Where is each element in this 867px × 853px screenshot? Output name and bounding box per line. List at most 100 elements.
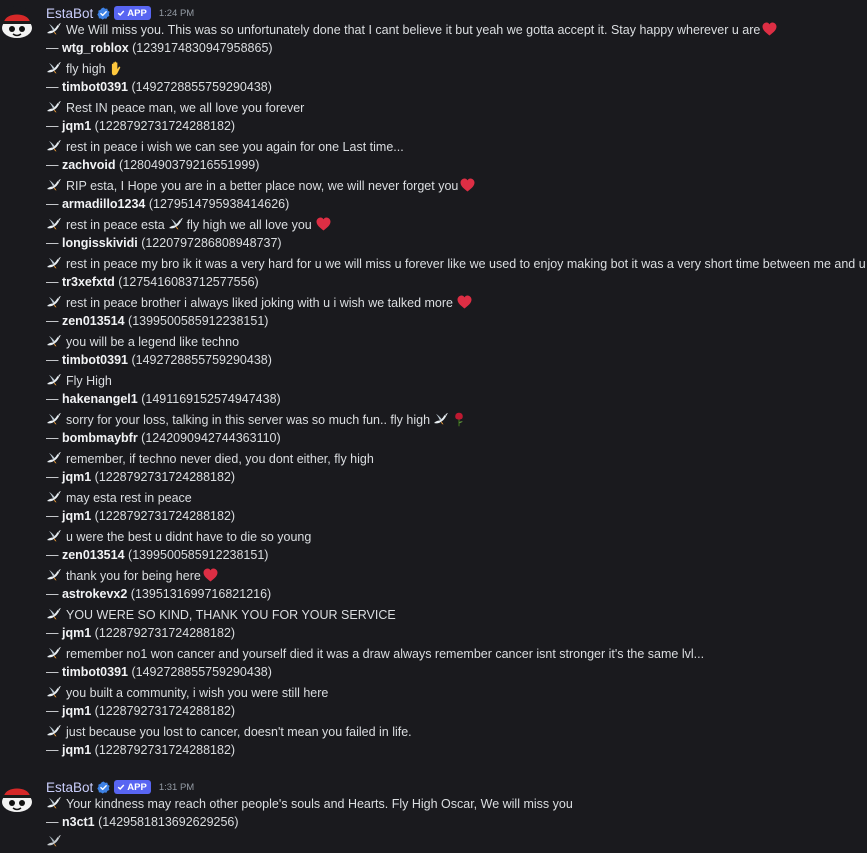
- dash: —: [46, 548, 59, 562]
- message-text: remember, if techno never died, you dont…: [46, 450, 374, 470]
- message-text: rest in peace brother i always liked jok…: [46, 294, 472, 314]
- signature-username: timbot0391: [61, 665, 128, 679]
- message-body: thank you for being here: [66, 569, 201, 583]
- signature: — zachvoid (1280490379216551999): [46, 156, 259, 176]
- check-icon: [117, 784, 125, 791]
- message-text: rest in peace my bro ik it was a very ha…: [46, 255, 866, 275]
- message-body: Rest IN peace man, we all love you forev…: [66, 101, 305, 115]
- dash: —: [46, 275, 59, 289]
- heart-icon: [762, 22, 777, 36]
- message-body: may esta rest in peace: [66, 491, 192, 505]
- dash: —: [46, 197, 59, 211]
- author-name[interactable]: EstaBot: [46, 6, 93, 21]
- signature-id: (1228792731724288182): [94, 470, 236, 484]
- signature: — jqm1 (1228792731724288182): [46, 117, 235, 137]
- message-text: fly high: [46, 60, 123, 80]
- signature-username: hakenangel1: [61, 392, 138, 406]
- signature: — wtg_roblox (1239174830947958865): [46, 39, 273, 59]
- dash: —: [46, 431, 59, 445]
- signature-username: armadillo1234: [61, 197, 146, 211]
- signature: — jqm1 (1228792731724288182): [46, 507, 235, 527]
- message-body: remember no1 won cancer and yourself die…: [66, 647, 705, 661]
- signature: — zen013514 (1399500585912238151): [46, 312, 268, 332]
- signature-username: zen013514: [61, 548, 125, 562]
- message-group: EstaBot APP 1:24 PM We Will miss you. Th…: [0, 2, 867, 762]
- signature-id: (1228792731724288182): [94, 704, 236, 718]
- dove-icon: [168, 217, 184, 231]
- dash: —: [46, 509, 59, 523]
- message-text: Rest IN peace man, we all love you forev…: [46, 99, 304, 119]
- dove-icon: [46, 796, 62, 810]
- signature-id: (1228792731724288182): [94, 743, 236, 757]
- message-body: just because you lost to cancer, doesn't…: [66, 725, 412, 739]
- dash: —: [46, 392, 59, 406]
- message-text: you will be a legend like techno: [46, 333, 239, 353]
- dash: —: [46, 470, 59, 484]
- message-text: rest in peace esta fly high we all love y…: [46, 216, 331, 236]
- signature-username: jqm1: [61, 119, 92, 133]
- dove-icon: [46, 568, 62, 582]
- message-text: Fly High: [46, 372, 112, 392]
- timestamp[interactable]: 1:31 PM: [159, 782, 194, 793]
- timestamp[interactable]: 1:24 PM: [159, 8, 194, 19]
- message-text: YOU WERE SO KIND, THANK YOU FOR YOUR SER…: [46, 606, 396, 626]
- signature-id: (1242090942744363110): [141, 431, 281, 445]
- signature-id: (1395131699716821216): [130, 587, 272, 601]
- dove-icon: [46, 178, 62, 192]
- rose-icon: [455, 412, 463, 427]
- dove-icon: [46, 100, 62, 114]
- message-body: Your kindness may reach other people's s…: [66, 797, 573, 811]
- signature-id: (1220797286808948737): [141, 236, 282, 250]
- dash: —: [46, 314, 59, 328]
- signature-id: (1491169152574947438): [141, 392, 281, 406]
- dove-icon: [46, 295, 62, 309]
- dash: —: [46, 815, 59, 829]
- signature: — tr3xefxtd (1275416083712577556): [46, 273, 259, 293]
- avatar[interactable]: [0, 780, 34, 814]
- message-body: sorry for your loss, talking in this ser…: [66, 413, 431, 427]
- dash: —: [46, 704, 59, 718]
- dove-icon: [46, 607, 62, 621]
- app-badge-label: APP: [127, 7, 147, 19]
- dash: —: [46, 743, 59, 757]
- verified-icon: [97, 781, 110, 794]
- message-text: sorry for your loss, talking in this ser…: [46, 411, 465, 431]
- dove-icon: [46, 217, 62, 231]
- signature-id: (1228792731724288182): [94, 119, 236, 133]
- avatar[interactable]: [0, 6, 34, 40]
- signature: — jqm1 (1228792731724288182): [46, 468, 235, 488]
- signature-username: jqm1: [61, 626, 92, 640]
- heart-icon: [460, 178, 475, 192]
- author-name[interactable]: EstaBot: [46, 780, 93, 795]
- signature: — n3ct1 (1429581813692629256): [46, 813, 239, 833]
- signature-id: (1492728855759290438): [131, 665, 272, 679]
- signature-id: (1239174830947958865): [132, 41, 273, 55]
- signature-id: (1492728855759290438): [131, 80, 272, 94]
- message-body: We Will miss you. This was so unfortunat…: [66, 23, 761, 37]
- signature-username: longisskividi: [61, 236, 138, 250]
- message-body: rest in peace brother i always liked jok…: [66, 296, 453, 310]
- signature-username: n3ct1: [61, 815, 95, 829]
- message-text: Your kindness may reach other people's s…: [46, 795, 573, 815]
- signature: — timbot0391 (1492728855759290438): [46, 663, 272, 683]
- signature-username: zen013514: [61, 314, 125, 328]
- signature-username: astrokevx2: [61, 587, 128, 601]
- message-text: RIP esta, I Hope you are in a better pla…: [46, 177, 475, 197]
- signature-id: (1399500585912238151): [128, 314, 269, 328]
- dove-icon: [46, 834, 62, 848]
- signature-id: (1275416083712577556): [118, 275, 259, 289]
- signature-username: jqm1: [61, 704, 92, 718]
- message-text: remember no1 won cancer and yourself die…: [46, 645, 704, 665]
- message-body: RIP esta, I Hope you are in a better pla…: [66, 179, 459, 193]
- signature-username: jqm1: [61, 509, 92, 523]
- heart-icon: [203, 568, 218, 582]
- signature-id: (1280490379216551999): [118, 158, 260, 172]
- signature-username: jqm1: [61, 743, 92, 757]
- avatar-icon: [2, 788, 32, 812]
- dash: —: [46, 353, 59, 367]
- dash: —: [46, 665, 59, 679]
- signature-username: wtg_roblox: [61, 41, 129, 55]
- message-body-continued: fly high we all love you: [186, 218, 312, 232]
- app-badge: APP: [114, 6, 151, 20]
- avatar-icon: [2, 14, 32, 38]
